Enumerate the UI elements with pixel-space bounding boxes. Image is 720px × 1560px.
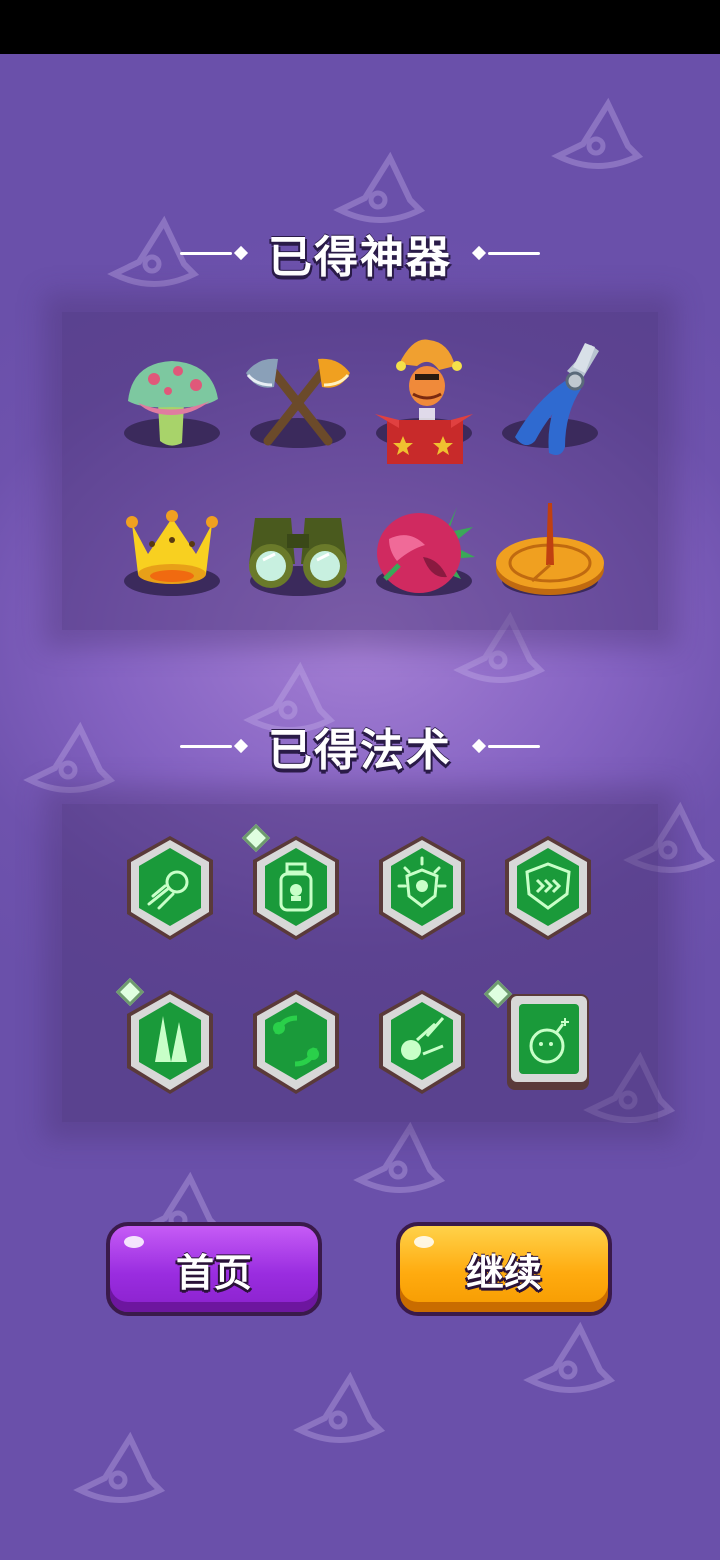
mushroom-icon xyxy=(128,361,218,446)
dragon-fruit-icon xyxy=(377,507,475,593)
sundial-icon xyxy=(496,503,604,595)
bomb-spell-icon xyxy=(507,994,589,1090)
crown-icon xyxy=(126,510,218,584)
title-decoration-right xyxy=(470,245,540,261)
home-button-label: 首页 xyxy=(175,1250,252,1295)
binoculars-icon xyxy=(249,518,347,588)
home-button[interactable]: 首页 xyxy=(106,1222,322,1316)
button-highlight xyxy=(414,1236,434,1248)
spell-slot[interactable] xyxy=(358,824,486,954)
status-bar xyxy=(0,0,720,54)
artifact-slot[interactable] xyxy=(360,484,488,614)
artifact-slot[interactable] xyxy=(234,484,362,614)
spell-slot[interactable] xyxy=(358,978,486,1108)
artifacts-title: 已得神器 xyxy=(268,232,452,283)
spell-slot[interactable] xyxy=(484,824,612,954)
continue-button[interactable]: 继续 xyxy=(396,1222,612,1316)
spell-slot[interactable] xyxy=(483,978,612,1108)
spells-section-header: 已得法术 xyxy=(0,711,720,781)
poison-bottle-spell-icon xyxy=(253,836,339,940)
artifacts-section-header: 已得神器 xyxy=(0,218,720,288)
title-decoration-left xyxy=(180,245,250,261)
continue-button-label: 继续 xyxy=(465,1250,542,1295)
artifact-slot[interactable] xyxy=(486,336,614,466)
artifact-slot[interactable] xyxy=(360,336,488,466)
button-highlight xyxy=(124,1236,144,1248)
spell-slot[interactable] xyxy=(106,977,234,1108)
wizard-hat-bg-icon xyxy=(293,1371,386,1443)
crossed-axes-icon xyxy=(246,358,350,446)
twin-spikes-spell-icon xyxy=(127,990,213,1094)
artifact-slot[interactable] xyxy=(234,336,362,466)
spell-slot[interactable] xyxy=(232,823,360,954)
fireball-spell-icon xyxy=(127,836,213,940)
artifact-slot[interactable] xyxy=(108,484,236,614)
skull-shield-spell-icon xyxy=(379,836,465,940)
title-decoration-left xyxy=(180,738,250,754)
wizard-hat-bg-icon xyxy=(73,1431,166,1503)
pliers-icon xyxy=(515,343,599,455)
artifacts-panel xyxy=(62,312,658,630)
artifact-slot[interactable] xyxy=(108,336,236,466)
spells-title: 已得法术 xyxy=(268,725,452,776)
wizard-hat-bg-icon xyxy=(551,97,644,169)
artifact-slot[interactable] xyxy=(486,484,614,614)
wizard-hat-bg-icon xyxy=(353,1121,446,1193)
speed-shield-spell-icon xyxy=(505,836,591,940)
spell-slot[interactable] xyxy=(232,978,360,1108)
title-decoration-right xyxy=(470,738,540,754)
wizard-hat-bg-icon xyxy=(523,1321,616,1393)
skull-lightning-spell-icon xyxy=(379,990,465,1094)
orbit-spell-icon xyxy=(253,990,339,1094)
spell-slot[interactable] xyxy=(106,824,234,954)
jack-in-the-box-icon xyxy=(375,339,473,464)
spells-panel xyxy=(62,804,658,1122)
